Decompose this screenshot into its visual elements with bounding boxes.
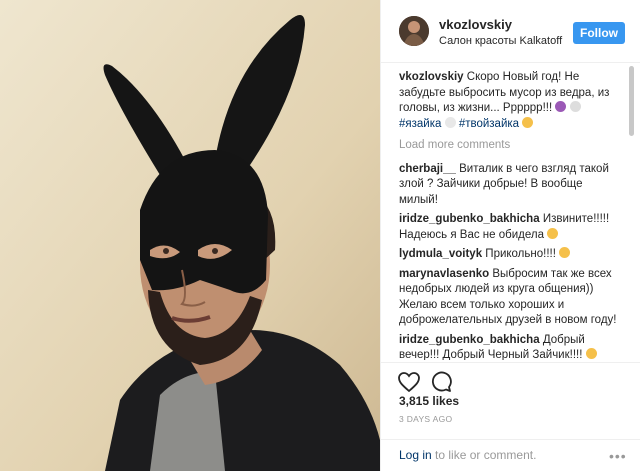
load-more-comments-link[interactable]: Load more comments [399, 138, 621, 154]
comment-text: Прикольно!!!! [485, 248, 556, 260]
location-label[interactable]: Салон красоты Kalkatoff [439, 35, 562, 47]
comment-username[interactable]: marynavlasenko [399, 268, 489, 280]
comment-item: cherbaji__ Виталик в чего взгляд такой з… [399, 162, 621, 209]
caption: vkozlovskiy Скоро Новый год! Не забудьте… [399, 70, 621, 132]
comment-item: iridze_gubenko_bakhicha Извините!!!!! На… [399, 212, 621, 243]
follow-button[interactable]: Follow [573, 22, 625, 44]
hashtag-link[interactable]: #язайка [399, 118, 441, 130]
more-options-icon[interactable]: ••• [609, 448, 627, 464]
tongue-emoji-icon [522, 116, 534, 128]
comment-username[interactable]: lydmula_voityk [399, 248, 482, 260]
hashtag-link[interactable]: #твойзайка [459, 118, 519, 130]
comment-username[interactable]: iridze_gubenko_bakhicha [399, 213, 540, 225]
login-link[interactable]: Log in [399, 448, 432, 462]
header-username[interactable]: vkozlovskiy [439, 17, 512, 32]
scrollbar-thumb[interactable] [629, 66, 634, 136]
comment-item: lydmula_voityk Прикольно!!!! [399, 247, 621, 263]
rabbit-emoji-icon [444, 116, 456, 128]
post-sidebar: vkozlovskiy Салон красоты Kalkatoff Foll… [380, 0, 640, 471]
post-actions: 3,815 likes 3 DAYS AGO Log in to like or… [381, 362, 640, 473]
praying-hands-emoji-icon [547, 227, 559, 239]
post-photo-illustration [0, 0, 380, 471]
heart-icon[interactable] [397, 370, 421, 394]
devil-emoji-icon [555, 101, 567, 112]
smile-emoji-icon [559, 247, 571, 258]
caption-username[interactable]: vkozlovskiy [399, 71, 464, 83]
comments-scrollbar[interactable] [629, 62, 634, 362]
comment-username[interactable]: cherbaji__ [399, 163, 456, 175]
comments-list: vkozlovskiy Скоро Новый год! Не забудьте… [399, 70, 621, 360]
likes-count[interactable]: 3,815 likes [399, 394, 459, 408]
instagram-post: vkozlovskiy Салон красоты Kalkatoff Foll… [0, 0, 640, 471]
login-rest-text: to like or comment. [431, 448, 537, 462]
avatar-image [399, 16, 429, 46]
post-timestamp: 3 DAYS AGO [399, 414, 453, 424]
avatar[interactable] [399, 16, 429, 46]
comment-username[interactable]: iridze_gubenko_bakhicha [399, 334, 540, 346]
login-text: Log in to like or comment. [399, 448, 536, 462]
comment-item: iridze_gubenko_bakhicha Добрый вечер!!! … [399, 333, 621, 360]
comment-bubble-icon[interactable] [429, 370, 453, 394]
ghost-emoji-icon [569, 101, 581, 112]
login-prompt: Log in to like or comment. ••• [381, 439, 640, 474]
post-header: vkozlovskiy Салон красоты Kalkatoff Foll… [381, 0, 640, 63]
post-photo[interactable] [0, 0, 380, 471]
laughing-emoji-icon [585, 348, 597, 359]
comment-item: marynavlasenko Выбросим так же всех недо… [399, 267, 621, 329]
